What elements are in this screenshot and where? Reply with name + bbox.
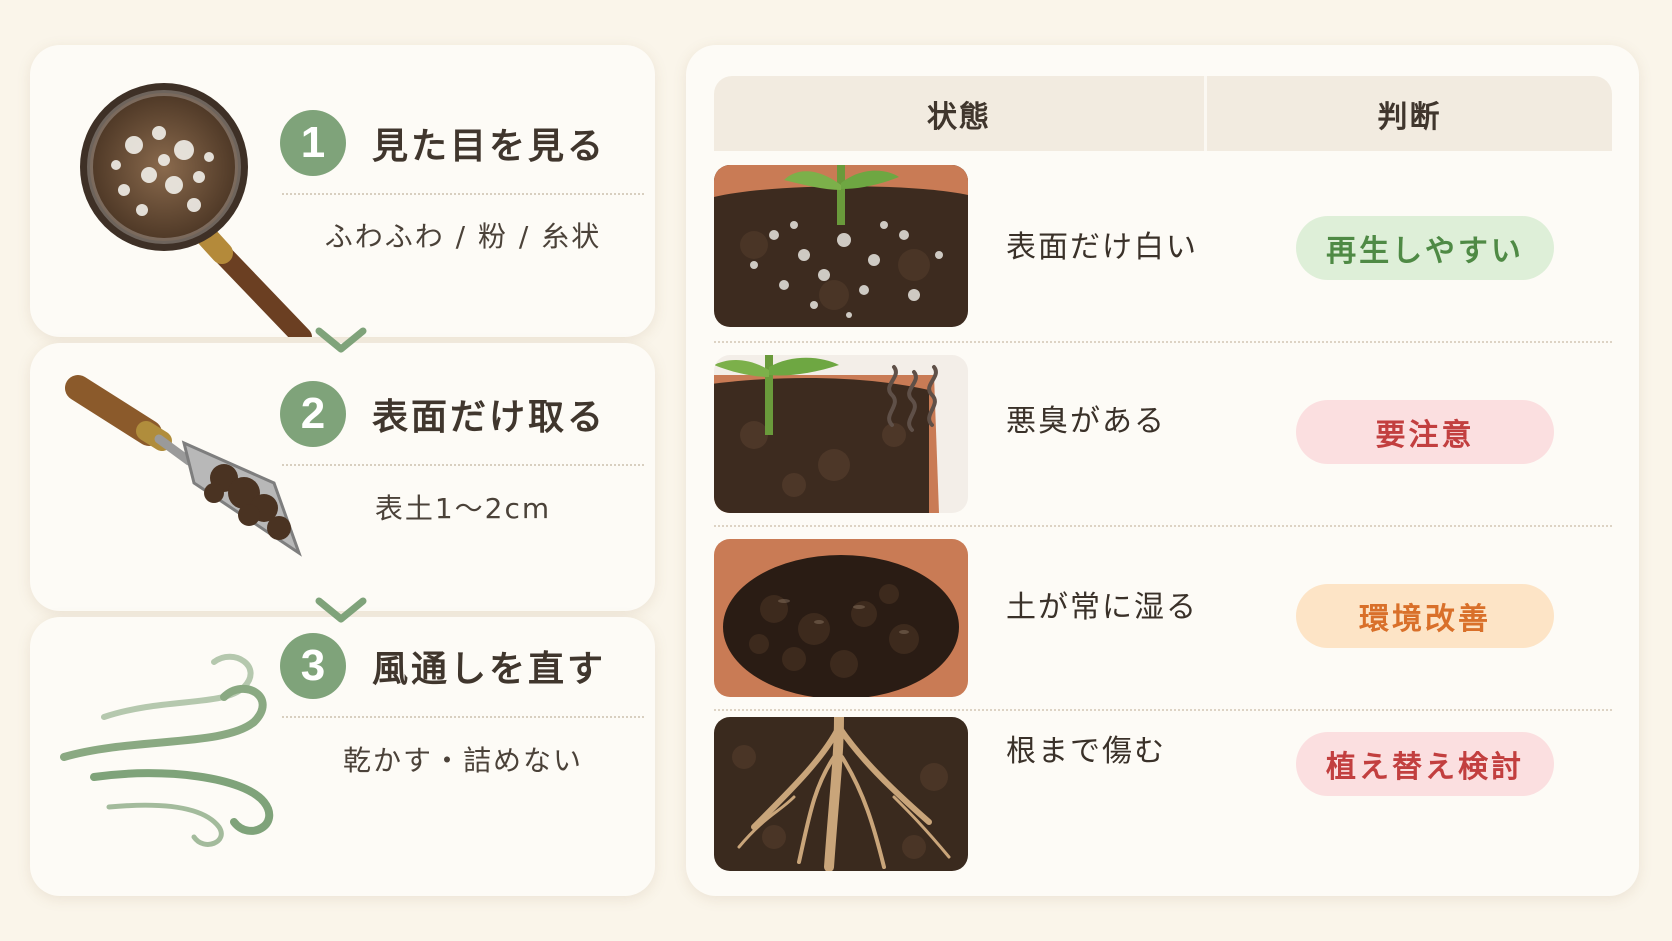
step-title: 風通しを直す — [372, 649, 607, 690]
step-subtitle: 乾かす・詰めない — [342, 744, 583, 777]
column-header-judgment: 判断 — [1377, 99, 1442, 135]
judgment-table: 状態 判断 表面だけ白い 再生しやすい 悪臭がある 要注意 土が常に湿る 環境改… — [686, 45, 1639, 896]
step-card-3: 3 風通しを直す 乾かす・詰めない — [30, 617, 655, 896]
chevron-down-icon — [315, 327, 367, 353]
step-title: 表面だけ取る — [372, 397, 607, 438]
step-subtitle: 表土1～2cm — [374, 492, 552, 525]
state-label: 土が常に湿る — [1006, 590, 1198, 625]
step-subtitle: ふわふわ / 粉 / 糸状 — [324, 220, 602, 253]
white-mold-soil-photo — [714, 165, 968, 327]
state-label: 悪臭がある — [1006, 404, 1166, 439]
judgment-badge: 再生しやすい — [1296, 216, 1554, 280]
column-header-state: 状態 — [927, 99, 991, 135]
step-number-badge: 1 — [280, 110, 346, 176]
step-header-3: 3 風通しを直す — [280, 631, 606, 701]
step-divider — [282, 193, 644, 195]
damaged-roots-photo — [714, 717, 968, 871]
smelly-pot-photo — [714, 355, 968, 513]
judgment-badge: 環境改善 — [1296, 584, 1554, 648]
step-header-2: 2 表面だけ取る — [280, 379, 606, 449]
step-number-badge: 3 — [280, 633, 346, 699]
judgment-badge: 要注意 — [1296, 400, 1554, 464]
step-divider — [282, 716, 644, 718]
step-card-1: 1 見た目を見る ふわふわ / 粉 / 糸状 — [30, 45, 655, 337]
waterlogged-soil-photo — [714, 539, 968, 697]
magnifying-glass-icon — [54, 45, 324, 337]
step-number-badge: 2 — [280, 381, 346, 447]
step-title: 見た目を見る — [372, 126, 607, 167]
row-divider — [714, 709, 1612, 711]
state-label: 表面だけ白い — [1006, 230, 1198, 265]
row-divider — [714, 525, 1612, 527]
step-header-1: 1 見た目を見る — [280, 108, 606, 178]
table-header: 状態 判断 — [714, 76, 1612, 151]
judgment-badge: 植え替え検討 — [1296, 732, 1554, 796]
chevron-down-icon — [315, 597, 367, 623]
step-card-2: 2 表面だけ取る 表土1～2cm — [30, 343, 655, 611]
step-divider — [282, 464, 644, 466]
state-label: 根まで傷む — [1006, 734, 1166, 769]
row-divider — [714, 341, 1612, 343]
